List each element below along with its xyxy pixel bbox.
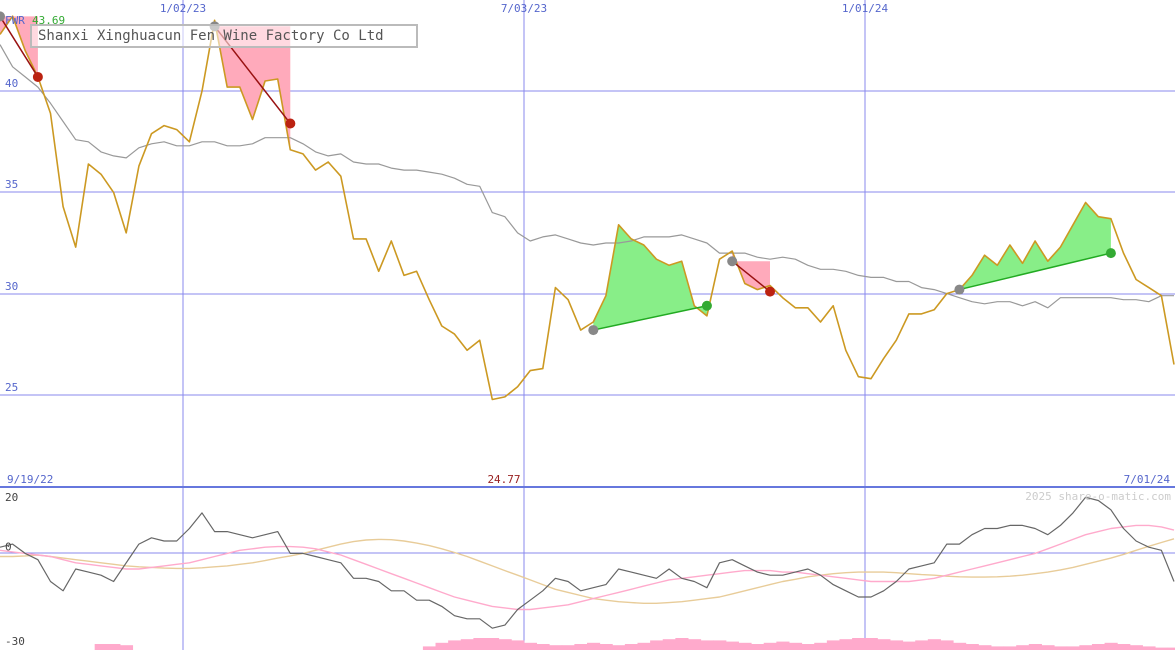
volume-bar [839, 639, 853, 650]
volume-bar [725, 641, 739, 650]
volume-bar [587, 642, 601, 650]
y-tick-label: 40 [5, 77, 18, 90]
volume-bar [1028, 644, 1042, 650]
osc-tick-label: 0 [5, 540, 12, 553]
volume-bar [1079, 645, 1093, 650]
x-tick-label: 1/02/23 [160, 2, 206, 15]
volume-bar [738, 642, 752, 650]
osc-tick-label: 20 [5, 491, 18, 504]
volume-bar [1003, 646, 1017, 650]
volume-bar [1066, 646, 1080, 650]
volume-bar [687, 639, 702, 650]
volume-bar [624, 644, 638, 650]
volume-bar [776, 641, 790, 650]
y-tick-label: 35 [5, 178, 18, 191]
volume-bar [486, 638, 500, 650]
chart-title: Shanxi Xinghuacun Fen Wine Factory Co Lt… [30, 24, 418, 48]
volume-bar [1104, 642, 1118, 650]
watermark: 2025 share-o-matic.com [1025, 490, 1171, 503]
volume-bar [612, 645, 626, 650]
series-line-price [0, 15, 1175, 401]
volume-bar [473, 638, 487, 650]
signal-start-marker [727, 256, 738, 267]
volume-bar [927, 639, 941, 650]
volume-bar [915, 640, 929, 650]
signal-end-marker [285, 118, 296, 129]
chart-canvas: 1/02/23 7/03/23 1/01/2425303540FWR 43.699/1… [0, 0, 1175, 650]
volume-bar [1117, 644, 1131, 650]
volume-bar [953, 642, 967, 650]
ticker-label: FWR [5, 14, 25, 27]
volume-bar [814, 642, 828, 650]
volume-bar [422, 646, 437, 650]
volume-bar [700, 640, 714, 650]
volume-bar [561, 645, 575, 650]
volume-bar [536, 644, 550, 650]
volume-bar [902, 641, 916, 650]
volume-bar [675, 638, 689, 650]
end-date-label: 7/01/24 [1124, 473, 1171, 486]
signal-gain-area [593, 224, 707, 331]
y-tick-label: 25 [5, 381, 18, 394]
volume-bar [864, 638, 878, 650]
volume-bar [448, 640, 462, 650]
volume-bar [511, 640, 525, 650]
volume-bar [637, 642, 651, 650]
signal-start-marker [954, 284, 965, 295]
low-price-label: 24.77 [487, 473, 520, 486]
volume-bar [826, 640, 840, 650]
volume-bar [889, 640, 904, 650]
volume-bar [713, 640, 727, 650]
volume-bar [549, 645, 563, 650]
volume-bar [1129, 645, 1143, 650]
volume-bar [94, 644, 108, 650]
osc-line-slow [0, 538, 1175, 604]
volume-bar [650, 640, 664, 650]
volume-bar [498, 639, 512, 650]
volume-bar [107, 644, 121, 650]
volume-bar [877, 639, 891, 650]
signal-end-marker [32, 71, 43, 82]
volume-bar [852, 638, 866, 650]
signal-gain-area [959, 202, 1111, 290]
start-date-label: 9/19/22 [7, 473, 53, 486]
signal-loss-area [732, 251, 770, 290]
x-tick-label: 1/01/24 [842, 2, 889, 15]
volume-bar [978, 645, 992, 650]
volume-bar [965, 644, 979, 650]
signal-start-marker [588, 325, 599, 336]
volume-bar [460, 639, 474, 650]
volume-bar [1041, 645, 1055, 650]
volume-bar [662, 639, 676, 650]
signal-end-marker [701, 300, 712, 311]
volume-bar [435, 642, 449, 650]
volume-bar [1091, 644, 1106, 650]
signal-end-marker [765, 286, 776, 297]
volume-bar [119, 645, 134, 650]
volume-bar [801, 644, 815, 650]
volume-bar [940, 640, 954, 650]
volume-bar [751, 644, 765, 650]
volume-bar [1142, 646, 1156, 650]
volume-bar [788, 642, 803, 650]
osc-tick-label: -30 [5, 635, 25, 648]
stock-chart: 1/02/23 7/03/23 1/01/24 25 30 35 40 FWR 43.69 9/1… [0, 0, 1175, 650]
volume-bar [599, 644, 613, 650]
x-tick-label: 7/03/23 [501, 2, 547, 15]
volume-bar [1016, 645, 1030, 650]
volume-bar [523, 642, 538, 650]
volume-bar [574, 644, 588, 650]
volume-bar [990, 646, 1005, 650]
volume-bar [1054, 646, 1068, 650]
y-tick-label: 30 [5, 280, 18, 293]
signal-end-marker [1105, 248, 1116, 259]
volume-bar [763, 642, 777, 650]
